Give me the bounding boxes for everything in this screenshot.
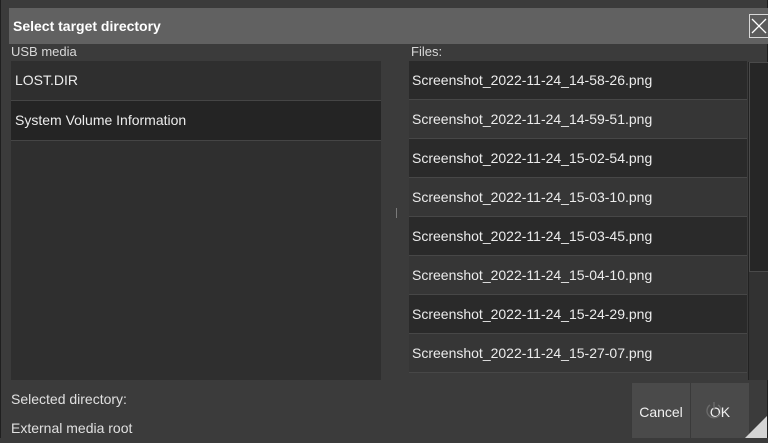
scrollbar-thumb[interactable]: [749, 62, 768, 272]
file-name: Screenshot_2022-11-24_15-02-54.png: [412, 150, 653, 166]
list-item[interactable]: Screenshot_2022-11-24_14-59-51.png: [409, 100, 747, 139]
list-item[interactable]: Screenshot_2022-11-24_15-03-45.png: [409, 217, 747, 256]
file-name: Screenshot_2022-11-24_15-27-07.png: [412, 345, 653, 361]
file-dialog: Select target directory USB media Files:…: [0, 0, 768, 438]
power-icon: [705, 385, 723, 443]
list-item[interactable]: Screenshot_2022-11-24_15-04-10.png: [409, 256, 747, 295]
directory-list: LOST.DIR System Volume Information: [11, 61, 381, 380]
usb-media-label: USB media: [11, 44, 77, 59]
file-name: Screenshot_2022-11-24_15-03-10.png: [412, 189, 653, 205]
dialog-title: Select target directory: [13, 18, 161, 34]
list-item[interactable]: System Volume Information: [11, 101, 381, 141]
list-item[interactable]: Screenshot_2022-11-24_15-24-29.png: [409, 295, 747, 334]
resize-grip[interactable]: [745, 416, 767, 438]
list-item[interactable]: LOST.DIR: [11, 61, 381, 101]
ok-button[interactable]: OK: [690, 383, 749, 438]
file-name: Screenshot_2022-11-24_15-24-29.png: [412, 306, 653, 322]
selected-directory-label: Selected directory:: [11, 391, 127, 407]
title-bar: Select target directory: [9, 8, 768, 44]
file-list-scrollbar[interactable]: [748, 62, 768, 380]
list-item[interactable]: Screenshot_2022-11-24_15-03-10.png: [409, 178, 747, 217]
file-name: Screenshot_2022-11-24_15-03-45.png: [412, 228, 653, 244]
selected-directory-value: External media root: [11, 420, 133, 436]
list-item[interactable]: Screenshot_2022-11-24_15-02-54.png: [409, 139, 747, 178]
directory-name: LOST.DIR: [15, 72, 79, 88]
file-name: Screenshot_2022-11-24_15-04-10.png: [412, 267, 653, 283]
pane-splitter-handle[interactable]: [396, 208, 397, 218]
file-name: Screenshot_2022-11-24_14-59-51.png: [412, 111, 653, 127]
file-list: Screenshot_2022-11-24_14-58-26.png Scree…: [409, 61, 747, 380]
cancel-button-label: Cancel: [639, 404, 683, 420]
directory-name: System Volume Information: [15, 112, 187, 128]
cancel-button[interactable]: Cancel: [631, 383, 690, 438]
list-item[interactable]: Screenshot_2022-11-24_15-27-07.png: [409, 334, 747, 373]
list-item[interactable]: Screenshot_2022-11-24_14-58-26.png: [409, 61, 747, 100]
close-button[interactable]: [749, 14, 768, 38]
close-icon: [751, 18, 767, 34]
files-label: Files:: [411, 44, 443, 59]
file-name: Screenshot_2022-11-24_14-58-26.png: [412, 72, 653, 88]
